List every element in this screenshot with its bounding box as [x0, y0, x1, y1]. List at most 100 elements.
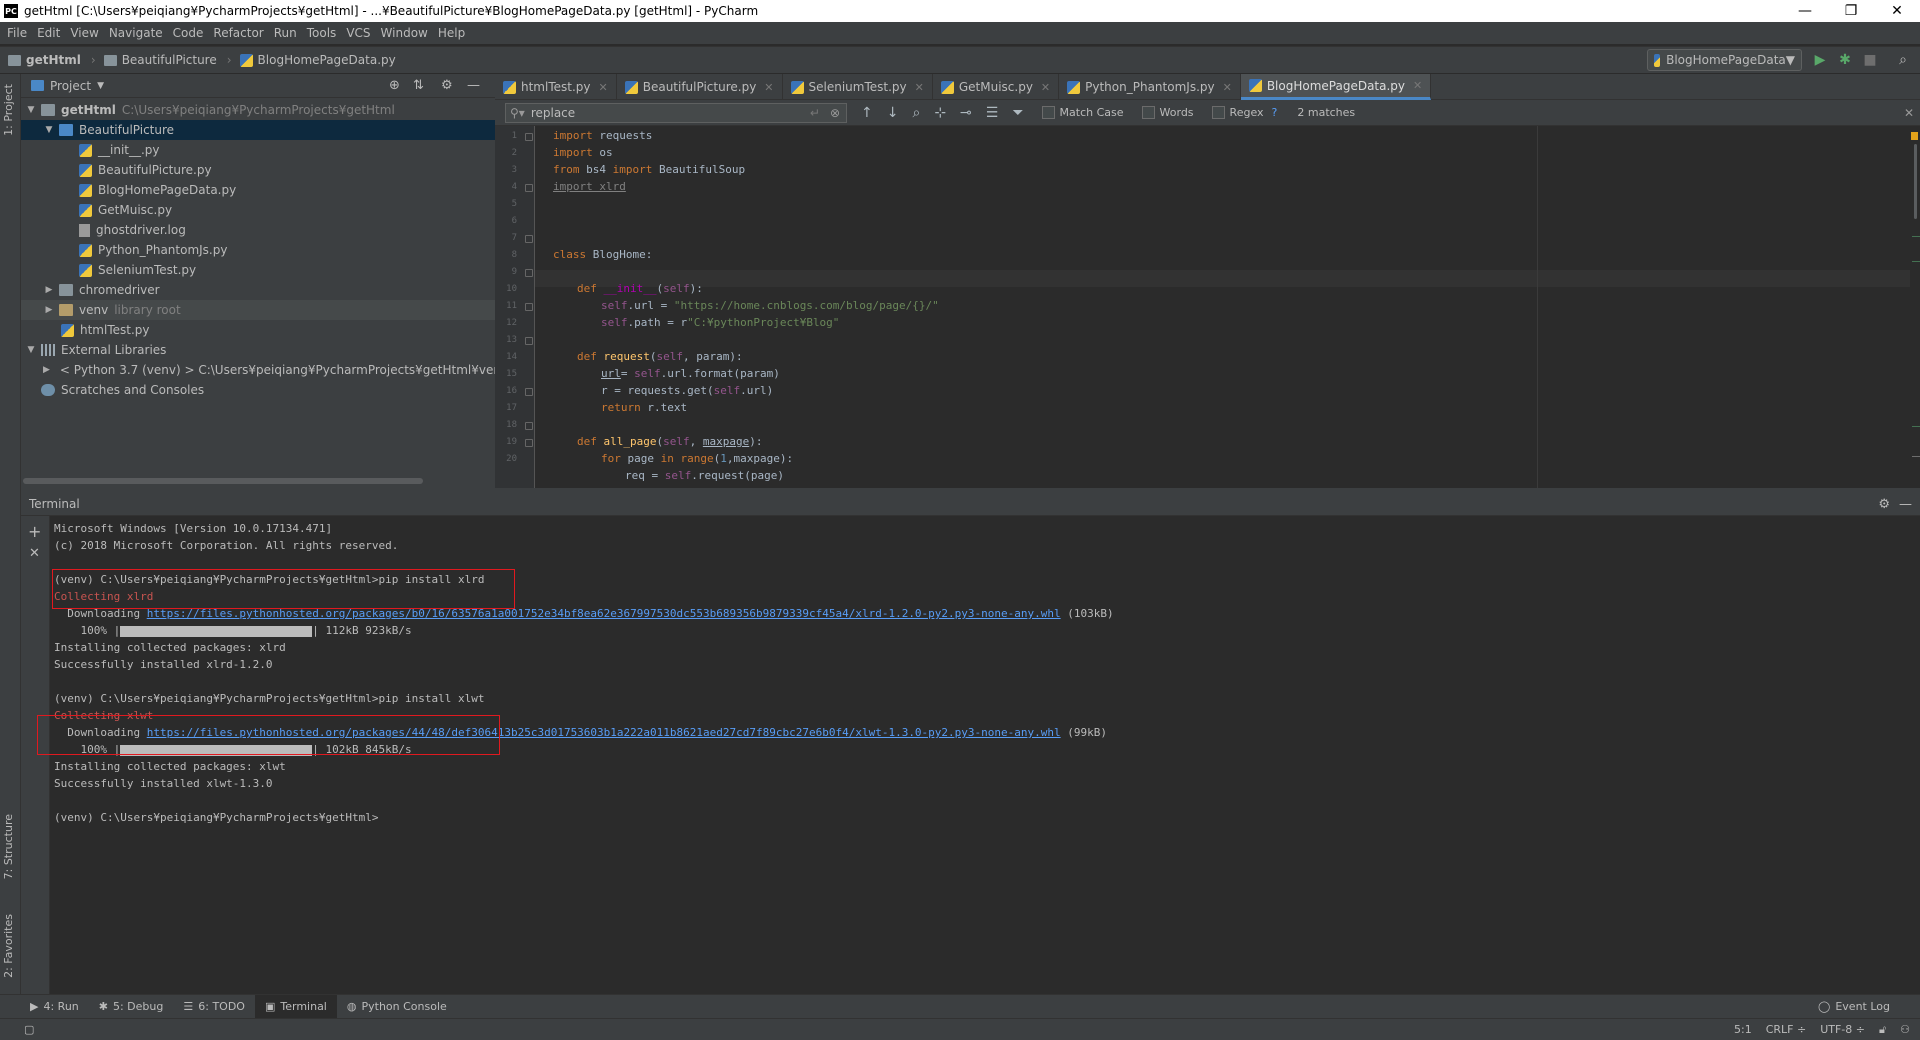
tree-item-folder[interactable]: ▶ chromedriver [21, 280, 495, 300]
filter-icon[interactable]: ⏷ [1012, 105, 1023, 121]
terminal-panel: Terminal ⚙ — + ✕ Microsoft Windows [Vers… [21, 493, 1920, 994]
tree-item-file[interactable]: BeautifulPicture.py [21, 160, 495, 180]
menu-run[interactable]: Run [274, 26, 297, 40]
debug-icon[interactable]: ✱ [1835, 50, 1855, 70]
find-all-icon[interactable]: ⌕ [912, 105, 920, 121]
editor-scrollbar[interactable] [1910, 126, 1920, 488]
project-tool-tab[interactable]: 1: Project [2, 84, 15, 136]
tab-debug[interactable]: ✱ 5: Debug [89, 995, 174, 1019]
find-input[interactable]: ⚲▾ replace ↵ ⊗ [505, 102, 847, 123]
close-icon[interactable]: ✕ [599, 81, 608, 94]
favorites-tool-tab[interactable]: 2: Favorites [2, 914, 15, 978]
code-area[interactable]: import requests import os from bs4 impor… [495, 126, 1910, 488]
gear-icon[interactable]: ⚙ [441, 78, 453, 93]
terminal-icon: ▣ [264, 1000, 276, 1013]
regex-help-link[interactable]: ? [1272, 106, 1278, 119]
python-file-icon [1654, 53, 1661, 67]
file-encoding[interactable]: UTF-8 ÷ [1820, 1023, 1865, 1036]
search-everywhere-icon[interactable]: ⌕ [1893, 50, 1913, 70]
remove-occurrence-icon[interactable]: ⊸ [960, 105, 972, 121]
terminal-header: Terminal ⚙ — [21, 493, 1920, 516]
tab-bloghomepagedata[interactable]: BlogHomePageData.py ✕ [1240, 74, 1432, 100]
tab-terminal[interactable]: ▣ Terminal [254, 994, 337, 1019]
structure-tool-tab[interactable]: 7: Structure [2, 814, 15, 879]
collapse-icon[interactable]: ⇅ [413, 78, 424, 93]
tab-python-phantomjs[interactable]: Python_PhantomJs.py ✕ [1059, 74, 1241, 100]
window-title: getHtml [C:\Users¥peiqiang¥PycharmProjec… [24, 4, 759, 18]
lock-icon[interactable]: 🔓︎ [1879, 1023, 1886, 1037]
tab-beautifulpicture[interactable]: BeautifulPicture.py ✕ [617, 74, 783, 100]
tab-python-console[interactable]: ◍ Python Console [337, 995, 457, 1019]
clear-icon[interactable]: ⊗ [830, 106, 840, 120]
menu-view[interactable]: View [70, 26, 98, 40]
line-separator[interactable]: CRLF ÷ [1766, 1023, 1807, 1036]
tool-windows-icon[interactable]: ▢ [24, 1023, 34, 1036]
project-view-select[interactable]: Project [50, 79, 91, 93]
tab-run[interactable]: ▶ 4: Run [20, 995, 89, 1019]
close-icon[interactable]: ✕ [764, 81, 773, 94]
breadcrumb-folder[interactable]: BeautifulPicture [103, 53, 217, 67]
restore-button[interactable]: ❐ [1828, 3, 1874, 19]
menu-navigate[interactable]: Navigate [109, 26, 163, 40]
tree-item-folder[interactable]: ▼ BeautifulPicture [21, 120, 495, 140]
tree-item-scratches[interactable]: Scratches and Consoles [21, 380, 495, 400]
tree-item-file[interactable]: htmlTest.py [21, 320, 495, 340]
arrow-up-icon[interactable]: ↑ [861, 105, 873, 121]
caret-position[interactable]: 5:1 [1734, 1023, 1752, 1036]
run-config-select[interactable]: BlogHomePageData ▼ [1647, 49, 1802, 71]
menu-help[interactable]: Help [438, 26, 465, 40]
python-file-icon [239, 53, 253, 67]
breadcrumb-file[interactable]: BlogHomePageData.py [239, 53, 396, 67]
chevron-down-icon[interactable]: ▼ [97, 81, 104, 91]
project-scrollbar[interactable] [23, 478, 423, 484]
tree-item-file[interactable]: Python_PhantomJs.py [21, 240, 495, 260]
code-line: def __init__(self): [577, 282, 703, 295]
tree-item-folder[interactable]: ▶ venv library root [21, 300, 495, 320]
hide-icon[interactable]: — [1899, 497, 1912, 512]
menu-code[interactable]: Code [173, 26, 204, 40]
close-icon[interactable]: ✕ [1041, 81, 1050, 94]
regex-checkbox[interactable] [1211, 106, 1225, 119]
tab-htmltest[interactable]: htmlTest.py ✕ [495, 74, 617, 100]
inspector-icon[interactable]: ⚇ [1900, 1023, 1910, 1036]
tab-seleniumtest[interactable]: SeleniumTest.py ✕ [783, 74, 933, 100]
editor: htmlTest.py ✕ BeautifulPicture.py ✕ Seleni… [495, 74, 1920, 488]
menu-window[interactable]: Window [381, 26, 428, 40]
close-icon[interactable]: ✕ [1223, 81, 1232, 94]
event-log-button[interactable]: ◯ Event Log [1808, 995, 1900, 1019]
tree-item-file[interactable]: BlogHomePageData.py [21, 180, 495, 200]
hide-icon[interactable]: — [467, 78, 480, 93]
breadcrumb-project[interactable]: getHtml [8, 53, 81, 67]
tab-todo[interactable]: ☰ 6: TODO [173, 995, 255, 1019]
run-icon[interactable]: ▶ [1810, 50, 1830, 70]
match-case-checkbox[interactable] [1041, 106, 1055, 119]
gear-icon[interactable]: ⚙ [1878, 497, 1890, 512]
newline-icon[interactable]: ↵ [810, 106, 820, 120]
tree-item-root[interactable]: ▼ getHtml C:\Users¥peiqiang¥PycharmProject… [21, 100, 495, 120]
tree-item-file[interactable]: SeleniumTest.py [21, 260, 495, 280]
select-all-occurrences-icon[interactable]: ☰ [986, 105, 999, 121]
close-window-button[interactable]: ✕ [1874, 3, 1920, 19]
code-line: url= self.url.format(param) [601, 367, 780, 380]
progress-bar [120, 625, 313, 637]
menu-edit[interactable]: Edit [37, 26, 60, 40]
menu-tools[interactable]: Tools [307, 26, 337, 40]
tree-item-file[interactable]: GetMuisc.py [21, 200, 495, 220]
tree-item-sdk[interactable]: ▶ < Python 3.7 (venv) > C:\Users¥peiqiang… [21, 360, 495, 380]
locate-icon[interactable]: ⊕ [389, 78, 400, 93]
add-occurrence-icon[interactable]: ⊹ [934, 105, 946, 121]
close-icon[interactable]: ✕ [915, 81, 924, 94]
tree-item-libraries[interactable]: ▼ External Libraries [21, 340, 495, 360]
stop-icon[interactable]: ■ [1860, 50, 1880, 70]
close-icon[interactable]: ✕ [1904, 106, 1914, 120]
tree-item-file[interactable]: __init__.py [21, 140, 495, 160]
words-checkbox[interactable] [1141, 106, 1155, 119]
tab-getmuisc[interactable]: GetMuisc.py ✕ [933, 74, 1060, 100]
menu-file[interactable]: File [7, 26, 27, 40]
arrow-down-icon[interactable]: ↓ [887, 105, 899, 121]
minimize-button[interactable]: — [1782, 3, 1828, 19]
menu-vcs[interactable]: VCS [346, 26, 370, 40]
close-icon[interactable]: ✕ [1413, 79, 1422, 92]
menu-refactor[interactable]: Refactor [213, 26, 263, 40]
tree-item-file[interactable]: ghostdriver.log [21, 220, 495, 240]
